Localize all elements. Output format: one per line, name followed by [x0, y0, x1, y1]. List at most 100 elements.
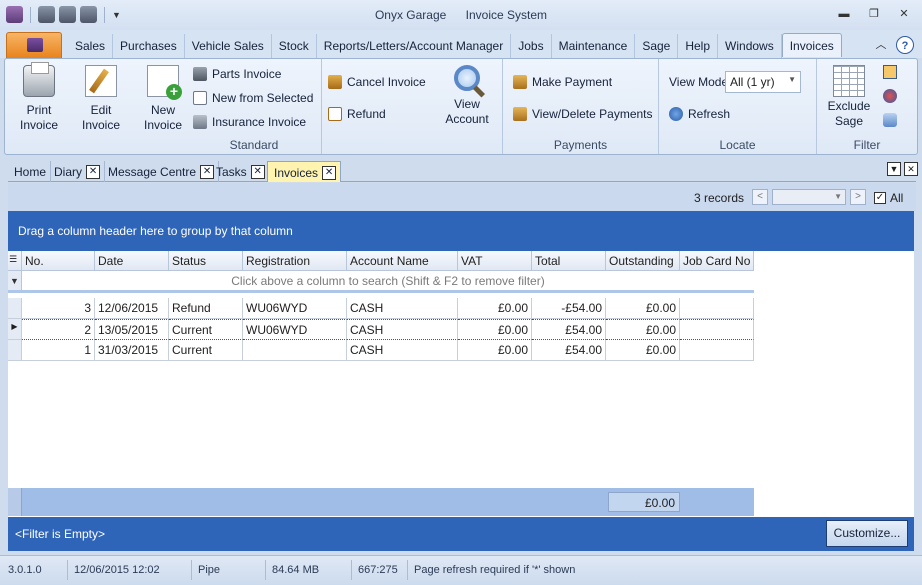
filter-settings-icon[interactable] [883, 113, 897, 127]
column-header-registration[interactable]: Registration [243, 251, 347, 271]
doc-tab-message-centre[interactable]: Message Centre ✕ [102, 161, 220, 182]
application-button[interactable] [6, 32, 62, 58]
cell-outstanding[interactable]: £0.00 [606, 340, 680, 361]
cell-no[interactable]: 2 [22, 319, 95, 340]
view-mode-select[interactable]: All (1 yr) ▼ [725, 71, 801, 93]
tab-maintenance[interactable]: Maintenance [552, 34, 636, 58]
cell-date[interactable]: 13/05/2015 [95, 319, 169, 340]
column-chooser-icon[interactable]: ☰ [8, 251, 22, 271]
view-delete-payments-button[interactable]: View/Delete Payments [513, 105, 653, 123]
column-header-date[interactable]: Date [95, 251, 169, 271]
doc-tab-diary[interactable]: Diary ✕ [48, 161, 106, 182]
edit-invoice-button[interactable]: Edit Invoice [73, 65, 129, 133]
cell-no[interactable]: 3 [22, 298, 95, 319]
column-header-job-card-no[interactable]: Job Card No [680, 251, 754, 271]
cell-status[interactable]: Current [169, 340, 243, 361]
cell-job-card-no[interactable] [680, 298, 754, 319]
doc-tab-home[interactable]: Home [8, 161, 52, 182]
parts-invoice-button[interactable]: Parts Invoice [193, 65, 281, 83]
tab-invoices[interactable]: Invoices [781, 33, 842, 57]
refresh-button[interactable]: Refresh [669, 105, 730, 123]
close-icon[interactable]: ✕ [322, 166, 337, 180]
column-header-no[interactable]: No. [22, 251, 95, 271]
print-invoice-line2: Invoice [19, 118, 59, 132]
column-header-account-name[interactable]: Account Name [347, 251, 458, 271]
cell-status[interactable]: Refund [169, 298, 243, 319]
cell-outstanding[interactable]: £0.00 [606, 319, 680, 340]
make-payment-button[interactable]: Make Payment [513, 73, 612, 91]
group-by-panel[interactable]: Drag a column header here to group by th… [8, 211, 914, 251]
cell-total[interactable]: £54.00 [532, 319, 606, 340]
collapse-ribbon-icon[interactable]: ︿ [872, 36, 890, 54]
cell-status[interactable]: Current [169, 319, 243, 340]
tab-vehicle-sales[interactable]: Vehicle Sales [185, 34, 272, 58]
row-indicator [8, 298, 22, 319]
column-header-status[interactable]: Status [169, 251, 243, 271]
search-row[interactable]: ▼ Click above a column to search (Shift … [8, 271, 754, 293]
cell-vat[interactable]: £0.00 [458, 340, 532, 361]
new-from-selected-button[interactable]: New from Selected [193, 89, 313, 107]
tab-purchases[interactable]: Purchases [113, 34, 185, 58]
print-invoice-button[interactable]: Print Invoice [11, 62, 67, 133]
cell-outstanding[interactable]: £0.00 [606, 298, 680, 319]
cell-job-card-no[interactable] [680, 319, 754, 340]
tab-stock[interactable]: Stock [272, 34, 317, 58]
close-icon[interactable]: ✕ [250, 165, 265, 179]
new-invoice-line1: New [150, 103, 175, 117]
all-checkbox[interactable]: ✓ All [874, 191, 903, 205]
help-icon[interactable]: ? [896, 36, 914, 54]
doc-tab-invoices[interactable]: Invoices ✕ [267, 161, 342, 182]
cell-date[interactable]: 12/06/2015 [95, 298, 169, 319]
cell-registration[interactable]: WU06WYD [243, 319, 347, 340]
close-icon[interactable]: ✕ [896, 7, 912, 21]
doc-tab-tasks[interactable]: Tasks ✕ [210, 161, 270, 182]
restore-icon[interactable]: ❐ [866, 7, 882, 21]
cell-no[interactable]: 1 [22, 340, 95, 361]
cell-registration[interactable] [243, 340, 347, 361]
column-header-total[interactable]: Total [532, 251, 606, 271]
cell-date[interactable]: 31/03/2015 [95, 340, 169, 361]
insurance-invoice-label: Insurance Invoice [212, 115, 307, 129]
table-row[interactable]: 1 31/03/2015 Current CASH £0.00 £54.00 £… [8, 340, 754, 361]
filter-globe-icon[interactable] [883, 89, 897, 103]
filter-user-icon[interactable] [883, 65, 897, 79]
cell-account-name[interactable]: CASH [347, 340, 458, 361]
cell-vat[interactable]: £0.00 [458, 319, 532, 340]
refresh-icon [669, 107, 683, 121]
cell-account-name[interactable]: CASH [347, 298, 458, 319]
page-select[interactable]: ▼ [772, 189, 846, 205]
close-icon[interactable]: ✕ [86, 165, 101, 179]
tab-help[interactable]: Help [678, 34, 719, 58]
table-row-selected[interactable]: ▶ 2 13/05/2015 Current WU06WYD CASH £0.0… [8, 319, 754, 340]
tab-sage[interactable]: Sage [635, 34, 679, 58]
exclude-sage-button[interactable]: Exclude Sage [821, 65, 877, 129]
filter-status-text[interactable]: <Filter is Empty> [15, 527, 105, 541]
footer-indicator [8, 488, 22, 516]
tab-windows[interactable]: Windows [718, 34, 782, 58]
cell-registration[interactable]: WU06WYD [243, 298, 347, 319]
tab-list-dropdown-icon[interactable]: ▼ [887, 162, 901, 176]
insurance-invoice-button[interactable]: Insurance Invoice [193, 113, 306, 131]
next-page-button[interactable]: > [850, 189, 866, 205]
minimize-icon[interactable]: ▬ [836, 7, 852, 21]
previous-page-button[interactable]: < [752, 189, 768, 205]
new-invoice-button[interactable]: New Invoice [135, 65, 191, 133]
cell-total[interactable]: -£54.00 [532, 298, 606, 319]
customize-button[interactable]: Customize... [826, 520, 908, 547]
tab-sales[interactable]: Sales [68, 34, 114, 58]
view-mode-value: All (1 yr) [730, 75, 775, 89]
doc-tab-label: Home [14, 165, 47, 179]
close-document-icon[interactable]: ✕ [904, 162, 918, 176]
table-row[interactable]: 3 12/06/2015 Refund WU06WYD CASH £0.00 -… [8, 298, 754, 319]
new-invoice-line2: Invoice [143, 118, 183, 132]
tab-reports[interactable]: Reports/Letters/Account Manager [317, 34, 512, 58]
cell-vat[interactable]: £0.00 [458, 298, 532, 319]
cell-account-name[interactable]: CASH [347, 319, 458, 340]
status-memory: 84.64 MB [268, 560, 352, 580]
cell-job-card-no[interactable] [680, 340, 754, 361]
tab-jobs[interactable]: Jobs [511, 34, 552, 58]
column-header-vat[interactable]: VAT [458, 251, 532, 271]
column-header-outstanding[interactable]: Outstanding [606, 251, 680, 271]
cell-total[interactable]: £54.00 [532, 340, 606, 361]
row-indicator [8, 340, 22, 361]
